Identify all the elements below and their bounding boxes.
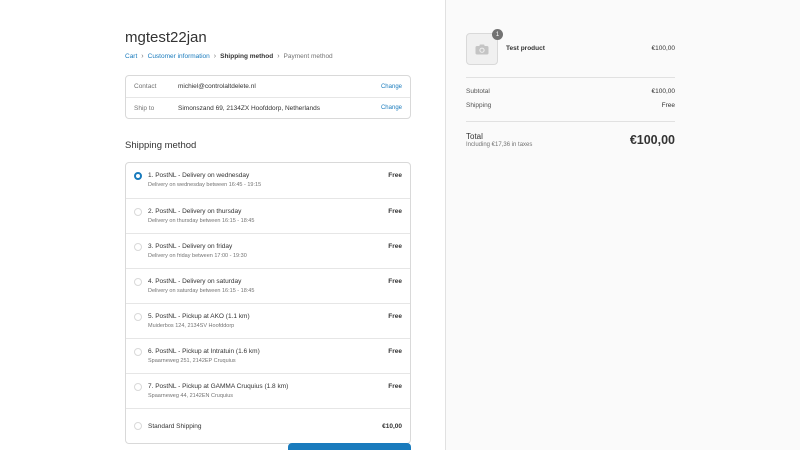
product-name: Test product — [506, 45, 545, 52]
method-name: 7. PostNL - Pickup at GAMMA Cruquius (1.… — [148, 383, 289, 390]
method-name: 1. PostNL - Delivery on wednesday — [148, 172, 250, 179]
method-name: 2. PostNL - Delivery on thursday — [148, 208, 242, 215]
radio-button[interactable] — [134, 348, 142, 356]
radio-button[interactable] — [134, 422, 142, 430]
change-ship-to-link[interactable]: Change — [381, 105, 402, 111]
chevron-right-icon: › — [277, 53, 280, 60]
radio-button[interactable] — [134, 172, 142, 180]
contact-row: Contact michiel@controlaltdelete.nl Chan… — [126, 76, 410, 97]
shipping-method-5[interactable]: 5. PostNL - Pickup at AKO (1.1 km) Muide… — [126, 303, 410, 338]
method-price: Free — [388, 172, 402, 179]
ship-to-value: Simonszand 69, 2134ZX Hoofddorp, Netherl… — [178, 104, 321, 112]
contact-label: Contact — [134, 83, 157, 90]
taxes-label: Including €17,36 in taxes — [466, 142, 533, 148]
review-box: Contact michiel@controlaltdelete.nl Chan… — [125, 75, 411, 119]
shipping-method-2[interactable]: 2. PostNL - Delivery on thursday Deliver… — [126, 198, 410, 233]
method-description: Delivery on saturday between 16:15 - 18:… — [148, 288, 255, 294]
method-name: 6. PostNL - Pickup at Intratuin (1.6 km) — [148, 348, 260, 355]
method-price: Free — [388, 383, 402, 390]
breadcrumb-customer-information[interactable]: Customer information — [148, 53, 210, 60]
radio-button[interactable] — [134, 383, 142, 391]
change-contact-link[interactable]: Change — [381, 84, 402, 90]
shipping-method-3[interactable]: 3. PostNL - Delivery on friday Delivery … — [126, 233, 410, 268]
shipping-method-4[interactable]: 4. PostNL - Delivery on saturday Deliver… — [126, 268, 410, 303]
method-name: 4. PostNL - Delivery on saturday — [148, 278, 242, 285]
chevron-right-icon: › — [141, 53, 144, 60]
ship-to-label: Ship to — [134, 104, 155, 112]
method-description: Spaarneweg 251, 2142EP Cruquius — [148, 358, 236, 364]
method-price: Free — [388, 208, 402, 215]
order-summary — [445, 0, 800, 450]
shipping-method-1[interactable]: 1. PostNL - Delivery on wednesday Delive… — [126, 163, 410, 198]
shipping-methods-list: 1. PostNL - Delivery on wednesday Delive… — [125, 162, 411, 444]
radio-button[interactable] — [134, 243, 142, 251]
shipping-label: Shipping — [466, 102, 492, 109]
radio-button[interactable] — [134, 313, 142, 321]
chevron-right-icon: › — [213, 53, 217, 60]
shipping-value: Free — [661, 102, 675, 109]
radio-button[interactable] — [134, 208, 142, 216]
breadcrumb-cart[interactable]: Cart — [125, 53, 137, 60]
contact-value: michiel@controlaltdelete.nl — [178, 83, 256, 90]
camera-icon — [475, 44, 489, 54]
product-price: €100,00 — [651, 45, 676, 52]
breadcrumb-shipping-method: Shipping method — [220, 53, 274, 60]
shipping-method-6[interactable]: 6. PostNL - Pickup at Intratuin (1.6 km)… — [126, 338, 410, 373]
divider — [466, 121, 675, 122]
method-description: Delivery on friday between 17:00 - 19:30 — [148, 253, 247, 259]
shipping-method-title: Shipping method — [125, 140, 197, 151]
method-description: Delivery on wednesday between 16:45 - 19… — [148, 182, 262, 188]
method-description: Muiderbos 124, 2134SV Hoofddorp — [148, 323, 235, 329]
shipping-method-standard[interactable]: Standard Shipping €10,00 — [126, 408, 410, 443]
store-title: mgtest22jan — [125, 29, 207, 46]
breadcrumb: Cart › Customer information › Shipping m… — [125, 53, 333, 60]
method-name: 5. PostNL - Pickup at AKO (1.1 km) — [148, 313, 250, 320]
breadcrumb-payment-method: Payment method — [283, 53, 333, 60]
main-content: mgtest22jan Cart › Customer information … — [0, 0, 445, 450]
radio-button[interactable] — [134, 278, 142, 286]
method-name: 3. PostNL - Delivery on friday — [148, 243, 233, 250]
shipping-method-7[interactable]: 7. PostNL - Pickup at GAMMA Cruquius (1.… — [126, 373, 410, 408]
divider — [466, 77, 675, 78]
method-name: Standard Shipping — [148, 422, 202, 430]
method-price: Free — [388, 243, 402, 250]
subtotal-value: €100,00 — [651, 88, 676, 95]
subtotal-label: Subtotal — [466, 88, 490, 95]
method-description: Delivery on thursday between 16:15 - 18:… — [148, 218, 255, 224]
method-description: Spaarneweg 44, 2142EN Cruquius — [148, 393, 234, 399]
method-price: €10,00 — [382, 422, 402, 430]
shipping-row: Shipping Free — [466, 102, 675, 109]
method-price: Free — [388, 348, 402, 355]
quantity-badge: 1 — [492, 29, 503, 40]
method-price: Free — [388, 313, 402, 320]
total-label: Total — [466, 132, 483, 141]
method-price: Free — [388, 278, 402, 285]
ship-to-row: Ship to Simonszand 69, 2134ZX Hoofddorp,… — [126, 97, 410, 118]
subtotal-row: Subtotal €100,00 — [466, 88, 675, 95]
total-value: €100,00 — [629, 133, 675, 147]
continue-to-payment-button[interactable] — [288, 443, 411, 450]
